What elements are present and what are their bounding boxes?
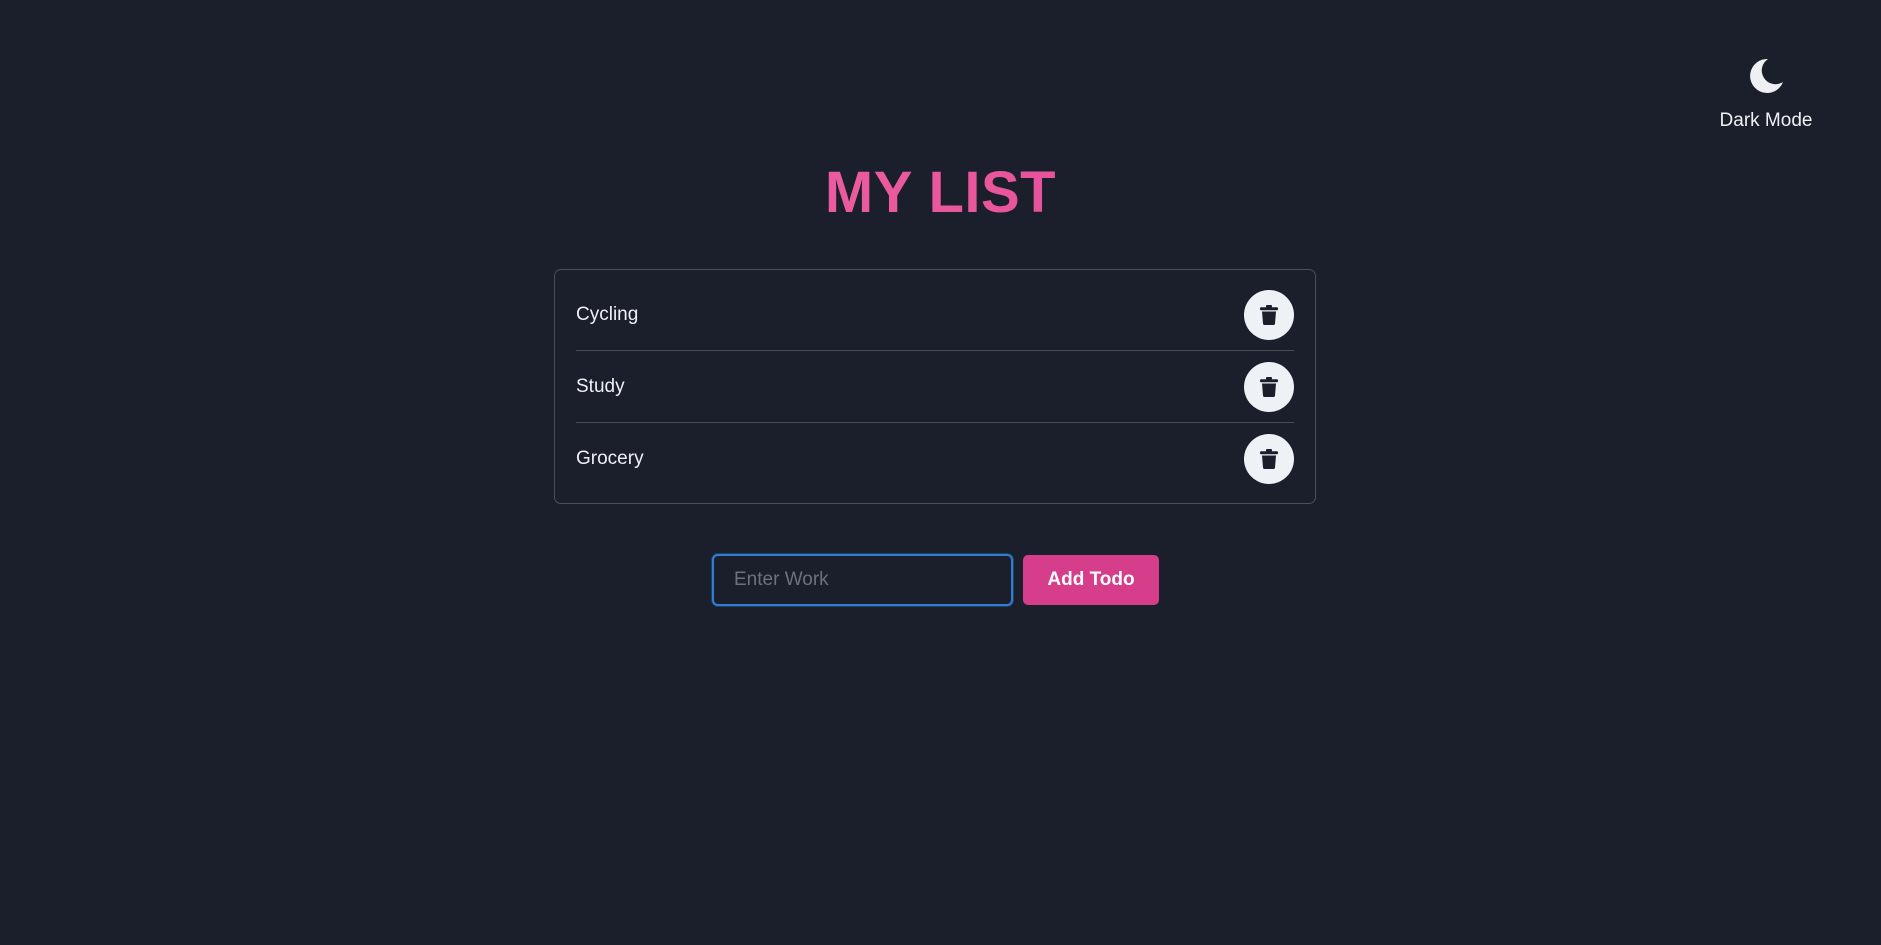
delete-todo-button[interactable] — [1244, 361, 1294, 412]
page-title: MY LIST — [0, 150, 1881, 236]
todo-app: Dark Mode MY LIST Cycling Study Grocery … — [0, 0, 1881, 945]
todo-item-text: Cycling — [576, 303, 639, 325]
trash-icon — [1260, 304, 1278, 325]
todo-list: Cycling Study Grocery — [554, 269, 1316, 504]
todo-item-text: Study — [576, 375, 625, 397]
add-todo-form: Add Todo — [712, 554, 1159, 606]
todo-item: Grocery — [576, 423, 1294, 494]
delete-todo-button[interactable] — [1244, 433, 1294, 484]
trash-icon — [1260, 376, 1278, 397]
work-input[interactable] — [712, 554, 1013, 606]
todo-item-text: Grocery — [576, 447, 644, 469]
moon-icon — [1750, 58, 1783, 93]
todo-item: Study — [576, 351, 1294, 423]
todo-item: Cycling — [576, 279, 1294, 351]
trash-icon — [1260, 448, 1278, 469]
dark-mode-label: Dark Mode — [1719, 110, 1813, 131]
add-todo-button[interactable]: Add Todo — [1023, 555, 1159, 605]
dark-mode-toggle[interactable]: Dark Mode — [1712, 56, 1820, 132]
delete-todo-button[interactable] — [1244, 289, 1294, 340]
